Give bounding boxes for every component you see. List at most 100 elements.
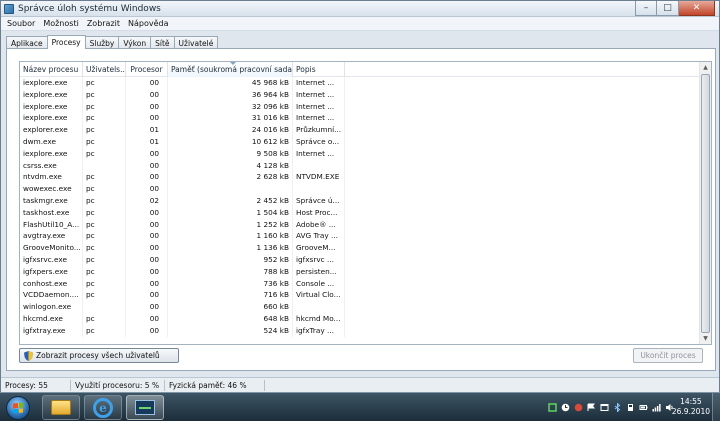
close-button[interactable]: ✕: [679, 1, 715, 16]
show-all-users-button[interactable]: Zobrazit procesy všech uživatelů: [19, 348, 179, 363]
menu-moznosti[interactable]: Možnosti: [39, 19, 83, 28]
task-manager-taskbar-icon: [135, 400, 155, 415]
process-memory: 2 452 kB: [168, 194, 293, 207]
taskbar-clock[interactable]: 14:55 26.9.2010: [672, 397, 710, 417]
process-row-spacer: [345, 325, 699, 337]
process-row[interactable]: wowexec.exe pc 00: [20, 183, 699, 195]
status-cpu-usage: Využití procesoru: 5 %: [71, 379, 165, 391]
windows-flag-icon: [13, 401, 23, 414]
process-description: GrooveM...: [293, 242, 345, 254]
menu-soubor[interactable]: Soubor: [3, 19, 39, 28]
process-row[interactable]: FlashUtil10_A... pc 00 1 252 kB Adobe® ...: [20, 218, 699, 231]
process-row[interactable]: winlogon.exe 00 660 kB: [20, 301, 699, 313]
signal-icon[interactable]: [652, 403, 661, 412]
process-name: taskmgr.exe: [20, 194, 83, 207]
taskbar-explorer-button[interactable]: [42, 395, 80, 420]
menu-zobrazit[interactable]: Zobrazit: [83, 19, 124, 28]
process-row[interactable]: dwm.exe pc 01 10 612 kB Správce o...: [20, 135, 699, 148]
processes-panel: Název procesu Uživatels... Procesor Pamě…: [6, 48, 716, 371]
process-memory: 648 kB: [168, 312, 293, 325]
process-cpu: 00: [126, 147, 168, 160]
flag-icon[interactable]: [587, 403, 596, 412]
process-row[interactable]: taskhost.exe pc 00 1 504 kB Host Proc...: [20, 206, 699, 219]
vertical-scrollbar[interactable]: ▲ ▼: [699, 62, 711, 344]
process-user: pc: [83, 112, 126, 125]
process-row[interactable]: conhost.exe pc 00 736 kB Console ...: [20, 277, 699, 290]
process-row[interactable]: iexplore.exe pc 00 45 968 kB Internet ...: [20, 77, 699, 89]
process-user: [83, 159, 126, 172]
process-user: pc: [83, 277, 126, 290]
taskbar-task-manager-button[interactable]: [126, 395, 164, 420]
process-cpu: 00: [126, 77, 168, 89]
process-row-spacer: [345, 148, 699, 160]
uac-shield-icon: [24, 350, 33, 361]
process-row[interactable]: ntvdm.exe pc 00 2 628 kB NTVDM.EXE: [20, 171, 699, 184]
menu-napoveda[interactable]: Nápověda: [124, 19, 173, 28]
battery-icon[interactable]: [639, 403, 648, 412]
process-name: iexplore.exe: [20, 77, 83, 89]
process-row[interactable]: VCDDaemon.... pc 00 716 kB Virtual Clo...: [20, 289, 699, 302]
process-name: iexplore.exe: [20, 147, 83, 160]
process-row[interactable]: iexplore.exe pc 00 9 508 kB Internet ...: [20, 147, 699, 160]
show-desktop-button[interactable]: [712, 393, 720, 421]
tray-app-icon[interactable]: [574, 403, 583, 412]
process-row[interactable]: igfxtray.exe pc 00 524 kB igfxTray ...: [20, 324, 699, 337]
process-row[interactable]: GrooveMonito... pc 00 1 136 kB GrooveM...: [20, 242, 699, 254]
column-header-cpu[interactable]: Procesor: [126, 62, 168, 77]
column-header-memory[interactable]: Paměť (soukromá pracovní sada): [168, 62, 293, 77]
column-header-name[interactable]: Název procesu: [20, 62, 83, 77]
process-row-spacer: [345, 301, 699, 313]
taskbar-ie-button[interactable]: e: [84, 395, 122, 420]
start-button[interactable]: [3, 394, 33, 421]
column-header-user[interactable]: Uživatels...: [83, 62, 126, 77]
column-header-description[interactable]: Popis: [293, 62, 345, 77]
process-row[interactable]: iexplore.exe pc 00 31 016 kB Internet ...: [20, 112, 699, 125]
status-process-count: Procesy: 55: [1, 379, 71, 391]
process-memory: 736 kB: [168, 277, 293, 290]
minimize-button[interactable]: –: [635, 1, 657, 16]
process-row[interactable]: taskmgr.exe pc 02 2 452 kB Správce ú...: [20, 194, 699, 207]
window-controls: – □ ✕: [635, 1, 715, 16]
process-row[interactable]: explorer.exe pc 01 24 016 kB Průzkumní...: [20, 124, 699, 136]
process-row[interactable]: iexplore.exe pc 00 32 096 kB Internet ...: [20, 100, 699, 113]
process-name: wowexec.exe: [20, 183, 83, 195]
process-row[interactable]: hkcmd.exe pc 00 648 kB hkcmd Mo...: [20, 312, 699, 325]
process-description: Správce o...: [293, 135, 345, 148]
process-name: igfxtray.exe: [20, 324, 83, 337]
title-bar[interactable]: Správce úloh systému Windows – □ ✕: [1, 1, 719, 17]
window-icon[interactable]: [600, 403, 609, 412]
process-description: Host Proc...: [293, 206, 345, 219]
end-process-button[interactable]: Ukončit proces: [633, 348, 703, 363]
tab-procesy[interactable]: Procesy: [46, 35, 86, 49]
process-description: Virtual Clo...: [293, 289, 345, 302]
process-description: Adobe® ...: [293, 218, 345, 231]
bluetooth-icon[interactable]: [613, 403, 622, 412]
scroll-down-arrow-icon[interactable]: ▼: [700, 333, 711, 344]
process-row-spacer: [345, 136, 699, 148]
scroll-up-arrow-icon[interactable]: ▲: [700, 62, 711, 73]
process-list[interactable]: Název procesu Uživatels... Procesor Pamě…: [19, 61, 712, 345]
process-cpu: 00: [126, 301, 168, 313]
process-description: persisten...: [293, 265, 345, 278]
process-name: iexplore.exe: [20, 88, 83, 101]
process-description: Internet ...: [293, 147, 345, 160]
process-row[interactable]: csrss.exe 00 4 128 kB: [20, 159, 699, 172]
usb-icon[interactable]: [626, 403, 635, 412]
clock-date: 26.9.2010: [671, 407, 710, 416]
clock-icon[interactable]: [561, 403, 570, 412]
process-row-spacer: [345, 207, 699, 219]
process-row-spacer: [345, 230, 699, 242]
process-user: pc: [83, 253, 126, 266]
process-row-spacer: [345, 112, 699, 124]
process-row[interactable]: iexplore.exe pc 00 36 964 kB Internet ...: [20, 88, 699, 101]
scrollbar-thumb[interactable]: [701, 74, 710, 333]
process-memory: 660 kB: [168, 301, 293, 313]
process-cpu: 00: [126, 159, 168, 172]
green-square-icon[interactable]: [548, 403, 557, 412]
process-row[interactable]: igfxsrvc.exe pc 00 952 kB igfxsrvc ...: [20, 253, 699, 266]
process-row[interactable]: avgtray.exe pc 00 1 160 kB AVG Tray ...: [20, 230, 699, 243]
process-description: igfxTray ...: [293, 324, 345, 337]
maximize-button[interactable]: □: [657, 1, 679, 16]
process-row[interactable]: igfxpers.exe pc 00 788 kB persisten...: [20, 265, 699, 278]
process-description: Internet ...: [293, 100, 345, 113]
